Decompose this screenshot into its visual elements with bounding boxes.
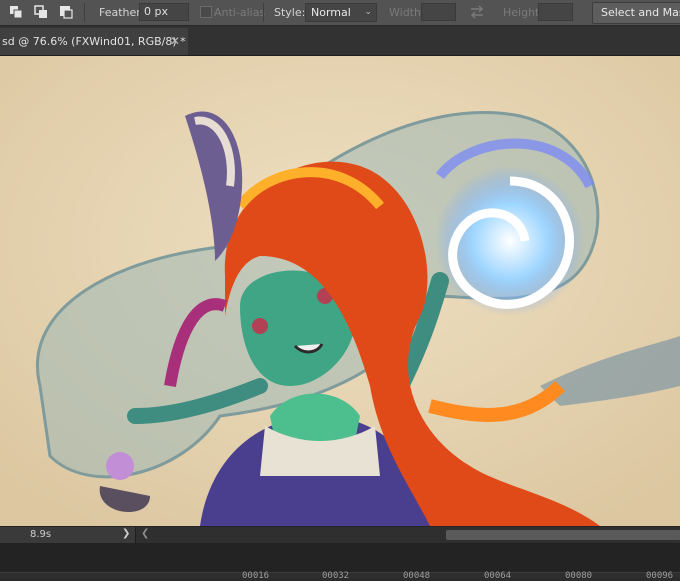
antialias-label: Anti-alias (214, 6, 266, 19)
artwork (0, 56, 680, 526)
chevron-down-icon: ⌄ (364, 7, 372, 17)
separator (263, 3, 264, 22)
style-label: Style: (274, 6, 306, 19)
document-tab[interactable]: sd @ 76.6% (FXWind01, RGB/8) * ✕ (0, 28, 188, 55)
feather-label: Feather: (99, 6, 145, 19)
document-tab-title: sd @ 76.6% (FXWind01, RGB/8) * (2, 35, 186, 48)
scrollbar-thumb[interactable] (446, 530, 680, 540)
timeline-tick: 00048 (403, 571, 431, 581)
new-selection-icon[interactable] (8, 4, 24, 20)
timeline-panel[interactable]: 00016 00032 00048 00064 00080 00096 (0, 543, 680, 581)
style-select[interactable]: Normal ⌄ (305, 3, 377, 22)
feather-input[interactable]: 0 px (139, 3, 189, 21)
status-menu-arrow-icon[interactable]: ❯ (122, 528, 130, 539)
options-bar: Feather: 0 px Anti-alias Style: Normal ⌄… (0, 0, 680, 26)
subtract-from-selection-icon[interactable] (58, 4, 74, 20)
style-select-value: Normal (311, 6, 351, 19)
width-input[interactable] (421, 3, 456, 21)
status-bar: 8.9s ❯ ❮ (0, 526, 680, 543)
timeline-tick: 00032 (322, 571, 350, 581)
status-text: 8.9s (30, 529, 52, 540)
document-canvas[interactable] (0, 56, 680, 526)
close-icon[interactable]: ✕ (170, 28, 180, 55)
timeline-tick: 00080 (565, 571, 593, 581)
select-and-mask-button[interactable]: Select and Mask... (592, 2, 680, 24)
antialias-checkbox[interactable] (200, 6, 212, 18)
width-label: Width: (389, 6, 425, 19)
timeline-tick: 00096 (646, 571, 674, 581)
horizontal-scrollbar[interactable]: ❮ (135, 527, 680, 543)
timeline-tick: 00016 (242, 571, 270, 581)
height-input[interactable] (538, 3, 573, 21)
scroll-left-arrow-icon[interactable]: ❮ (141, 528, 149, 539)
swap-arrows-icon[interactable] (468, 4, 486, 20)
timeline-tick: 00064 (484, 571, 512, 581)
separator (84, 3, 85, 22)
add-to-selection-icon[interactable] (33, 4, 49, 20)
document-tab-bar: sd @ 76.6% (FXWind01, RGB/8) * ✕ (0, 26, 680, 56)
